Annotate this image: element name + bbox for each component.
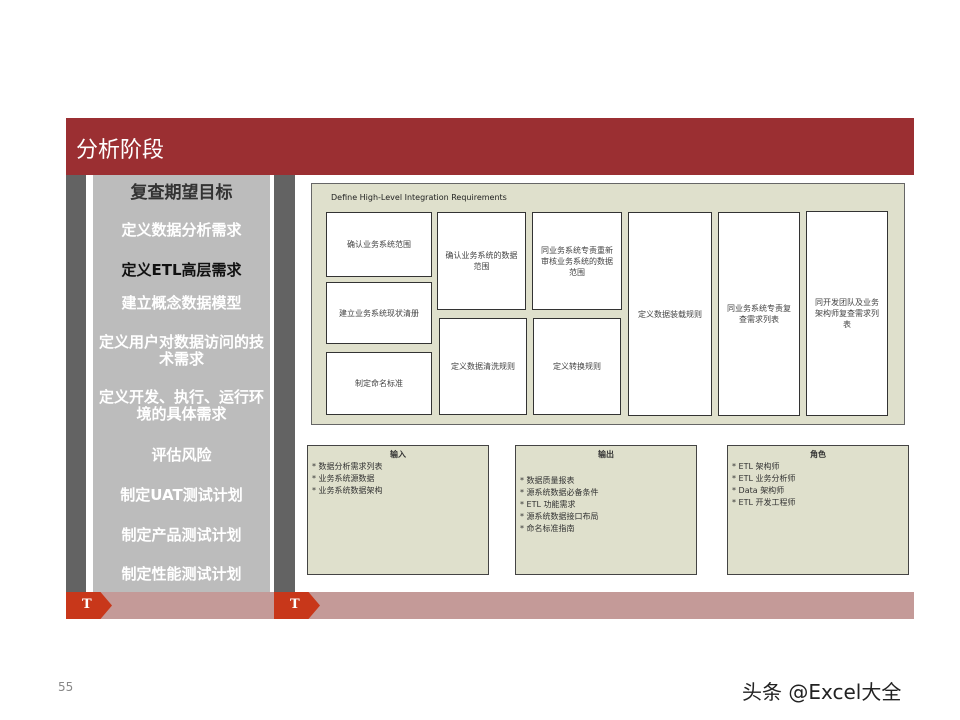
step-box: 制定命名标准 <box>326 352 432 415</box>
page-number: 55 <box>58 680 74 694</box>
step-box: 确认业务系统的数据范围 <box>437 212 526 310</box>
panel-item: * ETL 开发工程师 <box>732 498 796 507</box>
goal-item: 定义开发、执行、运行环境的具体需求 <box>99 388 265 423</box>
panel-title: 输出 <box>598 450 614 459</box>
panel-item: * ETL 架构师 <box>732 462 780 471</box>
watermark: 头条 @Excel大全 <box>742 680 902 704</box>
panel-title: 角色 <box>810 450 826 459</box>
step-box: 确认业务系统范围 <box>326 212 432 277</box>
step-box: 定义数据清洗规则 <box>439 318 527 415</box>
goal-item: 定义ETL高层需求 <box>121 261 242 279</box>
mid-strip <box>274 175 295 592</box>
panel-item: * 源系统数据必备条件 <box>520 488 599 497</box>
step-box: 同业务系统专责复查需求列表 <box>718 212 800 416</box>
bottom-bar <box>66 592 914 619</box>
panel-item: * 命名标准指南 <box>520 524 575 533</box>
step-box: 定义转换规则 <box>533 318 621 415</box>
panel-item: * ETL 业务分析师 <box>732 474 796 483</box>
goals-panel: 复查期望目标 定义数据分析需求 定义ETL高层需求 建立概念数据模型 定义用户对… <box>93 175 270 592</box>
step-box: 建立业务系统现状清册 <box>326 282 432 344</box>
diagram-title: Define High-Level Integration Requiremen… <box>331 193 507 202</box>
goal-item: 制定产品测试计划 <box>121 526 242 544</box>
panel-item: * 业务系统源数据 <box>312 474 375 483</box>
outputs-panel: 输出 * 数据质量报表 * 源系统数据必备条件 * ETL 功能需求 * 源系统… <box>515 445 697 575</box>
integration-diagram: Define High-Level Integration Requiremen… <box>311 183 905 425</box>
panel-item: * 源系统数据接口布局 <box>520 512 599 521</box>
left-strip <box>66 175 86 592</box>
goal-item: 制定UAT测试计划 <box>120 486 243 504</box>
panel-item: * Data 架构师 <box>732 486 785 495</box>
goal-item: 定义用户对数据访问的技术需求 <box>99 333 265 368</box>
step-box: 同业务系统专责重新审核业务系统的数据范围 <box>532 212 622 310</box>
panel-title: 输入 <box>390 450 406 459</box>
panel-item: * 数据分析需求列表 <box>312 462 383 471</box>
goal-item: 定义数据分析需求 <box>121 221 242 239</box>
goal-item: 评估风险 <box>151 446 212 464</box>
inputs-panel: 输入 * 数据分析需求列表 * 业务系统源数据 * 业务系统数据架构 <box>307 445 489 575</box>
step-box: 同开发团队及业务架构师复查需求列表 <box>806 211 888 416</box>
goals-title: 复查期望目标 <box>130 183 233 203</box>
panel-item: * ETL 功能需求 <box>520 500 576 509</box>
panel-item: * 数据质量报表 <box>520 476 575 485</box>
roles-panel: 角色 * ETL 架构师 * ETL 业务分析师 * Data 架构师 * ET… <box>727 445 909 575</box>
section-header: 分析阶段 <box>66 118 914 175</box>
step-box: 定义数据装载规则 <box>628 212 712 416</box>
goal-item: 制定性能测试计划 <box>121 565 242 583</box>
goal-item: 建立概念数据模型 <box>121 294 242 312</box>
panel-item: * 业务系统数据架构 <box>312 486 383 495</box>
